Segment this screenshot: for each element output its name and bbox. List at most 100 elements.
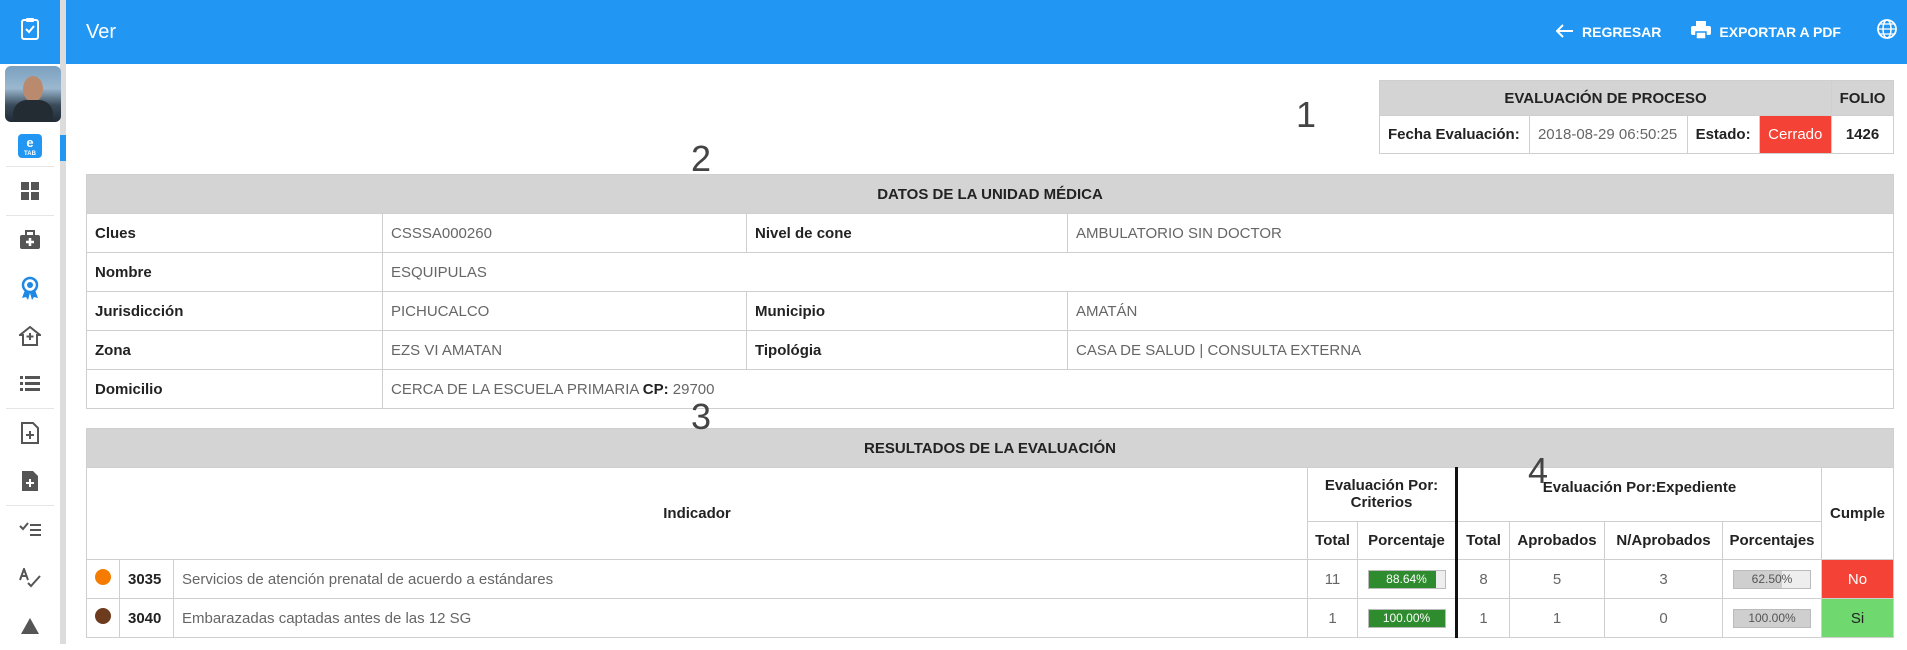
avatar[interactable]: [5, 66, 61, 122]
folio-value: 1426: [1831, 115, 1894, 154]
tipologia-value: CASA DE SALUD | CONSULTA EXTERNA: [1067, 330, 1894, 370]
crit-total: 11: [1307, 559, 1358, 599]
aprobados-header: Aprobados: [1509, 520, 1605, 561]
crit-total-header: Total: [1307, 520, 1358, 561]
aprobados-value: 5: [1509, 559, 1605, 599]
document-add-icon[interactable]: [0, 409, 60, 457]
export-pdf-label: EXPORTAR A PDF: [1719, 24, 1841, 40]
results-table: RESULTADOS DE LA EVALUACIÓN Indicador Ev…: [86, 428, 1894, 638]
nivel-label: Nivel de cone: [746, 213, 1068, 253]
export-pdf-button[interactable]: EXPORTAR A PDF: [1691, 20, 1841, 44]
arrow-left-icon: [1555, 22, 1574, 43]
warning-icon[interactable]: [0, 602, 60, 650]
naprobados-value: 0: [1604, 598, 1723, 638]
municipio-value: AMATÁN: [1067, 291, 1894, 331]
exp-percentage-cell: 62.50%: [1722, 559, 1822, 599]
app-badge[interactable]: e TAB: [18, 134, 42, 158]
exp-total-header: Total: [1455, 520, 1510, 561]
indicator-color-cell: [86, 559, 120, 599]
crit-percentage-bar: 100.00%: [1367, 608, 1446, 628]
indicador-header: Indicador: [86, 467, 1308, 560]
list-icon[interactable]: [0, 360, 60, 408]
crit-percentage-label: 88.64%: [1386, 571, 1427, 586]
checklist-icon[interactable]: [0, 506, 60, 554]
document-plus-icon[interactable]: [0, 457, 60, 505]
clues-value: CSSSA000260: [382, 213, 747, 253]
exp-percentage-label: 62.50%: [1751, 571, 1793, 586]
folio-header: FOLIO: [1831, 80, 1894, 116]
zona-label: Zona: [86, 330, 383, 370]
table-row[interactable]: 3035 Servicios de atención prenatal de a…: [86, 559, 1894, 599]
indicator-dot: [95, 608, 111, 624]
cp-value: 29700: [672, 380, 715, 398]
zona-value: EZS VI AMATAN: [382, 330, 747, 370]
app-badge-sub: TAB: [24, 151, 36, 157]
indicator-name: Servicios de atención prenatal de acuerd…: [173, 559, 1308, 599]
nombre-value: ESQUIPULAS: [382, 252, 1894, 292]
crit-total: 1: [1307, 598, 1358, 638]
criterios-header: Evaluación Por: Criterios: [1307, 467, 1457, 522]
award-icon[interactable]: [0, 264, 60, 312]
crit-percentage-cell: 100.00%: [1357, 598, 1457, 638]
results-section-title: RESULTADOS DE LA EVALUACIÓN: [864, 439, 1116, 457]
cumple-value: No: [1821, 559, 1894, 599]
unit-section-title: DATOS DE LA UNIDAD MÉDICA: [877, 185, 1103, 203]
top-app-bar: Ver REGRESAR EXPORTAR A PDF: [66, 0, 1907, 64]
indicator-dot: [95, 569, 111, 585]
cumple-value: Si: [1821, 598, 1894, 638]
status-label: Estado:: [1686, 115, 1761, 154]
spellcheck-icon[interactable]: [0, 554, 60, 602]
nombre-label: Nombre: [86, 252, 383, 292]
exp-percentage-label: 100.00%: [1748, 610, 1796, 625]
nivel-value: AMBULATORIO SIN DOCTOR: [1067, 213, 1894, 253]
section-marker-3: 3: [691, 396, 712, 437]
naprobados-value: 3: [1604, 559, 1723, 599]
avatar-shirt: [13, 100, 53, 122]
crit-porcentaje-header: Porcentaje: [1357, 520, 1457, 561]
aprobados-value: 1: [1509, 598, 1605, 638]
cp-label: CP:: [642, 380, 669, 398]
expediente-header: Evaluación Por:Expediente: [1455, 467, 1822, 522]
avatar-face: [23, 76, 43, 102]
tipologia-label: Tipológia: [746, 330, 1068, 370]
header-actions: REGRESAR EXPORTAR A PDF: [1555, 19, 1907, 45]
app-badge-letter: e: [26, 135, 34, 150]
clipboard-icon[interactable]: [19, 17, 41, 48]
table-row[interactable]: 3040 Embarazadas captadas antes de las 1…: [86, 598, 1894, 638]
indicator-code: 3040: [119, 598, 174, 638]
clues-label: Clues: [86, 213, 383, 253]
exp-percentage-cell: 100.00%: [1722, 598, 1822, 638]
domicilio-cell: CERCA DE LA ESCUELA PRIMARIA CP: 29700: [382, 369, 1894, 409]
indicator-color-cell: [86, 598, 120, 638]
exp-percentage-bar: 100.00%: [1733, 608, 1811, 628]
status-badge: Cerrado: [1759, 115, 1832, 154]
section-marker-2: 2: [691, 138, 712, 179]
date-value: 2018-08-29 06:50:25: [1528, 115, 1688, 154]
crit-percentage-cell: 88.64%: [1357, 559, 1457, 599]
date-label: Fecha Evaluación:: [1379, 115, 1530, 154]
back-button[interactable]: REGRESAR: [1555, 22, 1662, 43]
naprobados-header: N/Aprobados: [1604, 520, 1723, 561]
globe-icon[interactable]: [1877, 19, 1897, 45]
jurisdiccion-value: PICHUCALCO: [382, 291, 747, 331]
indicator-name: Embarazadas captadas antes de las 12 SG: [173, 598, 1308, 638]
unit-data-table: DATOS DE LA UNIDAD MÉDICA Clues CSSSA000…: [86, 174, 1894, 409]
jurisdiccion-label: Jurisdicción: [86, 291, 383, 331]
hospital-icon[interactable]: [0, 312, 60, 360]
section-marker-4: 4: [1528, 450, 1549, 491]
printer-icon: [1691, 20, 1712, 44]
indicator-code: 3035: [119, 559, 174, 599]
process-title: EVALUACIÓN DE PROCESO: [1379, 80, 1832, 116]
domicilio-label: Domicilio: [86, 369, 383, 409]
back-button-label: REGRESAR: [1582, 24, 1662, 40]
scroll-indicator[interactable]: [60, 135, 66, 161]
domicilio-value: CERCA DE LA ESCUELA PRIMARIA: [391, 380, 639, 398]
medical-kit-icon[interactable]: [0, 216, 60, 264]
page-title: Ver: [86, 20, 117, 43]
dashboard-icon[interactable]: [0, 167, 60, 215]
unit-section-header: DATOS DE LA UNIDAD MÉDICA: [86, 174, 1894, 214]
crit-percentage-bar: 88.64%: [1367, 569, 1446, 589]
municipio-label: Municipio: [746, 291, 1068, 331]
section-marker-1: 1: [1296, 94, 1317, 135]
rail-header: [0, 0, 60, 64]
